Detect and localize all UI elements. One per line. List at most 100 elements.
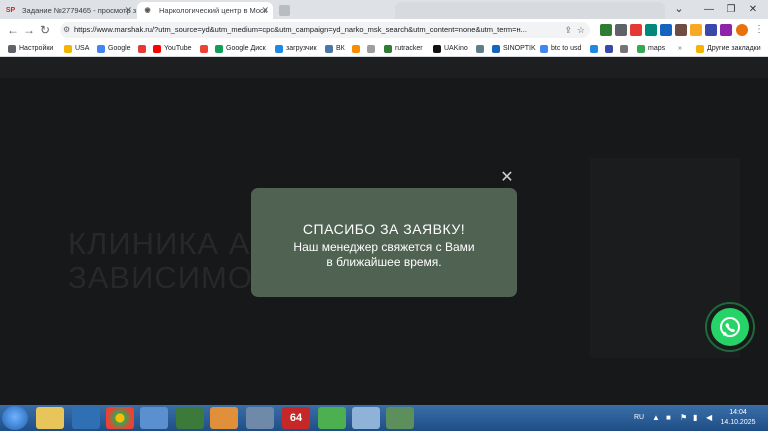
forward-icon[interactable]: →	[22, 23, 36, 37]
share-icon[interactable]: ⇪	[564, 22, 572, 38]
whatsapp-icon	[720, 317, 740, 337]
minimize-icon[interactable]: —	[700, 0, 718, 19]
back-icon[interactable]: ←	[6, 23, 20, 37]
clock-date: 14.10.2025	[720, 419, 756, 426]
extension-icon[interactable]	[690, 24, 702, 36]
whatsapp-button[interactable]	[711, 308, 749, 346]
bookmark-icon	[476, 45, 484, 53]
extension-icon[interactable]	[705, 24, 717, 36]
app-icon[interactable]	[386, 407, 414, 429]
bookmark-label: Google	[108, 45, 131, 52]
close-icon[interactable]: ✕	[261, 2, 269, 19]
bookmark-item[interactable]	[590, 41, 601, 57]
extension-icon[interactable]	[645, 24, 657, 36]
tab-group-collapsed[interactable]	[395, 2, 665, 19]
bookmarks-overflow-icon[interactable]: »	[678, 41, 682, 57]
bookmark-item[interactable]	[352, 41, 363, 57]
bookmark-label: Google Диск	[226, 45, 266, 52]
bookmark-item[interactable]	[620, 41, 631, 57]
modal-message-line-2: в ближайшее время.	[326, 255, 442, 269]
aida64-icon[interactable]: 64	[282, 407, 310, 429]
tray-app-icon[interactable]: ■	[666, 405, 671, 431]
clock[interactable]: 14:04 14.10.2025	[716, 408, 760, 428]
extension-icon[interactable]	[630, 24, 642, 36]
bookmark-item[interactable]: YouTube	[153, 41, 192, 57]
volume-icon[interactable]: ◀	[706, 405, 712, 431]
language-indicator[interactable]: RU	[634, 405, 644, 431]
app-icon[interactable]	[246, 407, 274, 429]
google-icon	[97, 45, 105, 53]
app-icon[interactable]	[176, 407, 204, 429]
site-favicon-icon: ◉	[144, 7, 151, 14]
tab-search-icon[interactable]: ⌄	[670, 0, 688, 19]
close-modal-button[interactable]: ✕	[499, 170, 515, 186]
flag-icon[interactable]: ⚑	[680, 405, 687, 431]
tray-expand-icon[interactable]: ▲	[652, 405, 660, 431]
reload-icon[interactable]: ↻	[38, 23, 52, 37]
bookmark-item[interactable]: SINOPTIK	[492, 41, 536, 57]
media-player-icon[interactable]	[210, 407, 238, 429]
bookmark-label: rutracker	[395, 45, 423, 52]
bookmark-item[interactable]: Настройки	[8, 41, 53, 57]
bookmark-item[interactable]: btc to usd	[540, 41, 581, 57]
yandex-icon	[138, 45, 146, 53]
page-heading-line-2: ЗАВИСИМО	[68, 260, 253, 295]
bookmark-label: UAKino	[444, 45, 468, 52]
window-close-icon[interactable]: ✕	[744, 0, 762, 19]
bookmark-item[interactable]: ВК	[325, 41, 345, 57]
bookmark-label: загрузчик	[286, 45, 317, 52]
extension-icon[interactable]	[660, 24, 672, 36]
maps-icon	[637, 45, 645, 53]
app-icon[interactable]	[352, 407, 380, 429]
extension-icon[interactable]	[615, 24, 627, 36]
bookmark-item[interactable]	[367, 41, 378, 57]
bookmark-icon	[590, 45, 598, 53]
gmail-icon	[200, 45, 208, 53]
tab-task[interactable]: SP Задание №2779465 - просмотр з ✕	[0, 2, 136, 19]
site-info-icon[interactable]: ⚙	[63, 22, 70, 38]
bookmark-icon	[605, 45, 613, 53]
site-header	[0, 58, 768, 78]
address-bar[interactable]: ⚙ https://www.marshak.ru/?utm_source=yd&…	[60, 22, 590, 38]
extension-icon[interactable]	[675, 24, 687, 36]
modal-message-line-1: Наш менеджер свяжется с Вами	[293, 240, 475, 254]
bookmark-label: btc to usd	[551, 45, 582, 52]
app-icon[interactable]	[140, 407, 168, 429]
close-icon[interactable]: ✕	[124, 2, 132, 19]
puzzle-icon[interactable]	[720, 24, 732, 36]
google-icon	[540, 45, 548, 53]
bookmark-item[interactable]: Google	[97, 41, 131, 57]
bookmark-item[interactable]: загрузчик	[275, 41, 317, 57]
app-icon[interactable]	[72, 407, 100, 429]
tab-narco-center[interactable]: ◉ Наркологический центр в Моск ✕	[137, 2, 273, 19]
modal-title: СПАСИБО ЗА ЗАЯВКУ!	[302, 221, 466, 237]
bookmark-item[interactable]: maps	[637, 41, 665, 57]
bookmark-item[interactable]	[605, 41, 616, 57]
tab-strip: SP Задание №2779465 - просмотр з ✕ ◉ Нар…	[0, 0, 768, 19]
extension-icon[interactable]	[600, 24, 612, 36]
maximize-icon[interactable]: ❐	[722, 0, 740, 19]
url-text: https://www.marshak.ru/?utm_source=yd&ut…	[74, 25, 527, 34]
start-button[interactable]	[2, 406, 28, 430]
folder-icon	[696, 45, 704, 53]
bookmark-star-icon[interactable]: ☆	[577, 22, 585, 38]
network-icon[interactable]: ▮	[693, 405, 697, 431]
bookmark-item[interactable]: Google Диск	[215, 41, 266, 57]
bookmark-item[interactable]	[200, 41, 211, 57]
chrome-icon[interactable]	[106, 407, 134, 429]
bookmark-item[interactable]	[476, 41, 487, 57]
bookmark-item[interactable]: USA	[64, 41, 89, 57]
bookmark-item[interactable]: UAKino	[433, 41, 468, 57]
bookmark-label: Другие закладки	[707, 45, 761, 52]
menu-icon[interactable]: ⋮	[752, 23, 766, 37]
bookmark-item[interactable]: Другие закладки	[696, 41, 761, 57]
bookmark-item[interactable]	[138, 41, 149, 57]
avatar[interactable]	[736, 24, 748, 36]
explorer-icon[interactable]	[36, 407, 64, 429]
clock-time: 14:04	[729, 409, 747, 416]
tab-group-faded[interactable]	[274, 2, 394, 19]
app-icon[interactable]	[318, 407, 346, 429]
bookmark-item[interactable]: rutracker	[384, 41, 423, 57]
bookmark-icon	[620, 45, 628, 53]
bookmark-label: ВК	[336, 45, 345, 52]
